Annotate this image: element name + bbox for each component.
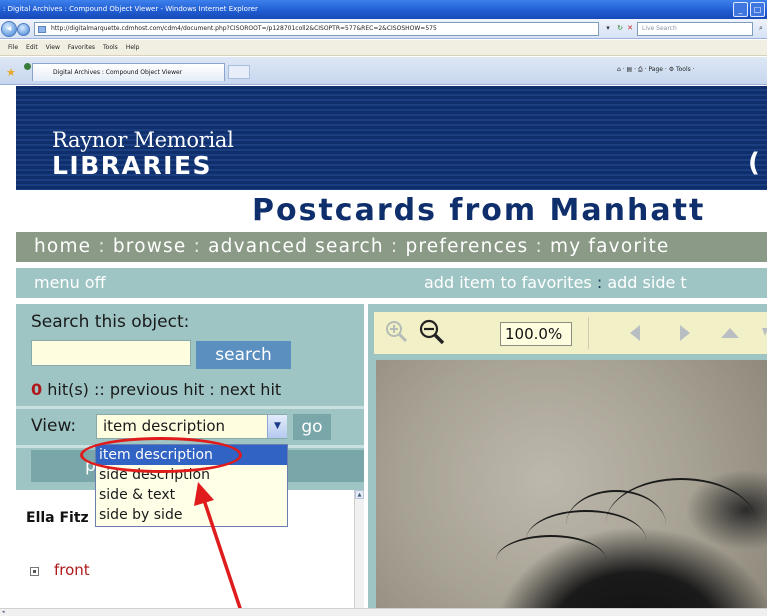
menu-help[interactable]: Help xyxy=(126,40,140,55)
search-button[interactable]: search xyxy=(196,341,291,369)
live-search-field[interactable]: Live Search xyxy=(637,22,753,36)
hit-count: 0 xyxy=(31,380,43,399)
item-title: Ella Fitz xyxy=(26,510,89,526)
page-title: Postcards from Manhatt xyxy=(252,193,706,228)
search-label: Search this object: xyxy=(31,312,190,332)
menu-tools[interactable]: Tools xyxy=(103,40,118,55)
url-dropdown-icon[interactable]: ▾ xyxy=(603,23,613,35)
stop-icon[interactable]: ✕ xyxy=(625,23,635,35)
nav-preferences[interactable]: preferences xyxy=(405,236,528,257)
url-field[interactable]: http://digitalmarquette.cdmhost.com/cdm4… xyxy=(34,22,599,36)
window-title-bar: : Digital Archives : Compound Object Vie… xyxy=(0,0,767,19)
view-label: View: xyxy=(31,416,77,436)
menu-favorites[interactable]: Favorites xyxy=(68,40,95,55)
panel-divider xyxy=(16,406,364,409)
go-button[interactable]: go xyxy=(293,414,331,440)
hair-detail xyxy=(496,535,606,585)
forward-button[interactable] xyxy=(17,23,30,36)
annotation-circle xyxy=(80,437,242,473)
tree-node-icon[interactable] xyxy=(30,567,39,576)
item-list-scrollbar[interactable]: ▲ xyxy=(354,490,364,616)
zoom-level-input[interactable]: 100.0% xyxy=(500,322,572,346)
zoom-level-value: 100.0% xyxy=(505,325,563,343)
logo-line-2: LIBRARIES xyxy=(52,151,213,180)
hits-navigation[interactable]: hit(s) :: previous hit : next hit xyxy=(42,380,281,399)
new-tab-button[interactable] xyxy=(228,65,250,79)
live-search-placeholder: Live Search xyxy=(642,25,677,32)
banner-edge-glyph: ( xyxy=(748,148,760,178)
url-text: http://digitalmarquette.cdmhost.com/cdm4… xyxy=(51,25,437,32)
tab-favicon xyxy=(24,63,31,70)
site-nav: home : browse : advanced search : prefer… xyxy=(16,232,767,262)
hair-detail xyxy=(606,478,756,568)
minimize-button[interactable]: _ xyxy=(733,2,748,17)
tab-title: Digital Archives : Compound Object Viewe… xyxy=(53,69,183,76)
zoom-out-icon[interactable] xyxy=(418,318,446,346)
add-side-link[interactable]: add side t xyxy=(607,273,686,292)
menu-view[interactable]: View xyxy=(46,40,60,55)
nav-separator: : xyxy=(186,236,209,257)
nav-separator: : xyxy=(91,236,113,257)
pan-down-icon[interactable] xyxy=(762,326,767,340)
pan-right-icon[interactable] xyxy=(678,324,692,342)
nav-separator: : xyxy=(383,236,406,257)
search-icon[interactable]: ⌕ xyxy=(756,23,766,35)
nav-my-favorites[interactable]: my favorite xyxy=(550,236,670,257)
favorites-star-icon[interactable]: ★ xyxy=(6,66,16,79)
viewer-menu-bar: menu off add item to favorites : add sid… xyxy=(16,268,767,298)
pan-up-icon[interactable] xyxy=(720,326,740,340)
nav-browse[interactable]: browse xyxy=(113,236,187,257)
add-to-favorites-link[interactable]: add item to favorites xyxy=(424,273,592,292)
refresh-icon[interactable]: ↻ xyxy=(615,23,625,35)
maximize-button[interactable]: □ xyxy=(750,2,765,17)
command-bar[interactable]: ⌂ · ▤ · ⎙ · Page · ⚙ Tools · xyxy=(617,60,695,80)
front-link[interactable]: front xyxy=(54,561,90,579)
annotation-arrow-icon xyxy=(194,482,244,615)
nav-home[interactable]: home xyxy=(34,236,91,257)
toolbar-separator xyxy=(588,317,589,349)
menu-off-link[interactable]: menu off xyxy=(34,268,106,298)
browser-tab[interactable]: Digital Archives : Compound Object Viewe… xyxy=(32,63,225,81)
back-button[interactable]: ◂ xyxy=(1,21,17,37)
page-horizontal-scrollbar[interactable]: ◂ xyxy=(0,608,767,616)
view-selected-value: item description xyxy=(103,417,226,435)
viewer-toolbar: 100.0% xyxy=(374,312,767,354)
hits-line: 0 hit(s) :: previous hit : next hit xyxy=(31,380,281,399)
logo-line-1: Raynor Memorial xyxy=(52,128,234,152)
menu-file[interactable]: File xyxy=(8,40,18,55)
pan-left-icon[interactable] xyxy=(628,324,642,342)
scroll-left-icon[interactable]: ◂ xyxy=(2,609,10,616)
window-title: : Digital Archives : Compound Object Vie… xyxy=(3,5,258,13)
scroll-up-icon[interactable]: ▲ xyxy=(355,490,364,499)
command-bar-text: ⌂ · ▤ · ⎙ · Page · ⚙ Tools · xyxy=(617,66,695,73)
window-controls: _ □ xyxy=(733,2,765,17)
menu-edit[interactable]: Edit xyxy=(26,40,38,55)
menu-separator: : xyxy=(591,273,608,292)
browser-menu-bar: File Edit View Favorites Tools Help xyxy=(0,40,767,56)
view-select[interactable]: item description ▼ xyxy=(96,414,287,439)
favorites-actions: add item to favorites : add side t xyxy=(424,268,687,298)
zoom-in-icon[interactable] xyxy=(384,319,410,345)
chevron-down-icon[interactable]: ▼ xyxy=(267,415,287,438)
image-viewer: 100.0% xyxy=(368,304,767,616)
address-bar: ◂ http://digitalmarquette.cdmhost.com/cd… xyxy=(0,19,767,39)
nav-separator: : xyxy=(528,236,550,257)
page-icon xyxy=(38,26,46,33)
nav-advanced-search[interactable]: advanced search xyxy=(208,236,384,257)
search-input[interactable] xyxy=(31,340,191,366)
library-banner: Raynor Memorial LIBRARIES ( xyxy=(16,86,767,190)
postcard-image[interactable] xyxy=(376,360,767,616)
